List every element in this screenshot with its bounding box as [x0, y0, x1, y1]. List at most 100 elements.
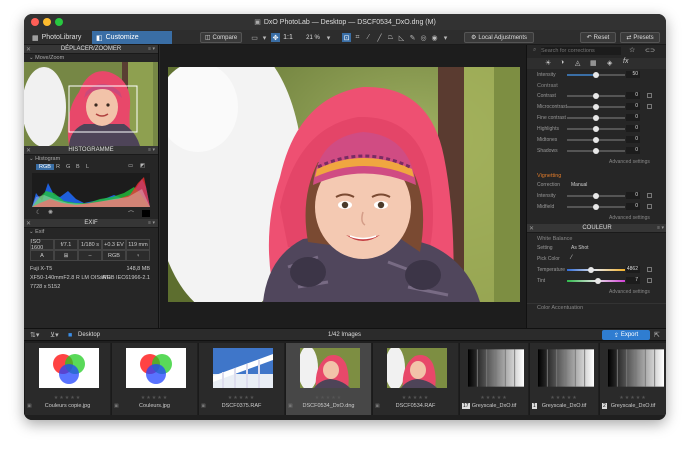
vignetting-correction-value[interactable]: Manual — [571, 182, 587, 188]
rating-stars[interactable]: ★★★★★ — [373, 395, 458, 401]
slider-value[interactable]: 7 — [626, 277, 640, 284]
eyedropper-icon[interactable]: ⁄ — [364, 33, 373, 42]
toggle-icon[interactable]: ⊂⊃ — [645, 47, 655, 54]
move-zoom-subtitle[interactable]: ⌄ Move/Zoom — [24, 54, 158, 62]
slider-knob[interactable] — [593, 93, 599, 99]
tab-photolibrary[interactable]: ▦ PhotoLibrary — [28, 31, 85, 44]
color-header[interactable]: ✕ COULEUR ≡ ▾ — [527, 224, 666, 233]
rating-stars[interactable]: ★★★★★ — [286, 395, 371, 401]
slider-knob[interactable] — [593, 126, 599, 132]
menu-icon[interactable]: ≡ ▾ — [148, 46, 155, 52]
compare-button[interactable]: ◫ Compare — [200, 32, 242, 43]
effects-palette-icon[interactable]: ◈ — [607, 59, 612, 67]
histogram-subtitle[interactable]: ⌄ Histogram — [24, 155, 158, 163]
slider-value[interactable]: 0 — [626, 192, 640, 199]
enable-checkbox[interactable] — [647, 278, 652, 283]
vignetting-intensity-row[interactable]: Intensity 0 — [527, 192, 666, 200]
minimize-window-button[interactable] — [43, 18, 51, 26]
rating-stars[interactable]: ★★★★★ — [530, 395, 598, 401]
channel-r[interactable]: R — [56, 164, 60, 170]
slider-knob[interactable] — [593, 104, 599, 110]
sort-icon[interactable]: ⇅▾ — [30, 331, 39, 339]
clip-color-swatch[interactable] — [142, 210, 150, 217]
shadows-slider-row[interactable]: Shadows 0 — [527, 147, 666, 155]
reset-button[interactable]: ↶ Reset — [580, 32, 616, 43]
vignetting-advanced-settings[interactable]: Advanced settings — [609, 215, 650, 221]
search-corrections-input[interactable] — [541, 47, 621, 55]
contrast-advanced-settings[interactable]: Advanced settings — [609, 159, 650, 165]
filmstrip-item[interactable]: ★★★★★ 2 Greyscale_DxO.tif — [599, 343, 666, 415]
channel-l[interactable]: L — [86, 164, 89, 170]
temperature-slider-row[interactable]: Temperature 4862 — [527, 266, 666, 274]
microcontrast-slider-row[interactable]: Microcontrast 0 — [527, 103, 666, 111]
maximize-window-button[interactable] — [55, 18, 63, 26]
slider-knob[interactable] — [593, 137, 599, 143]
zoom-percent[interactable]: 21 % — [303, 33, 323, 42]
pick-color-row[interactable]: Pick Color ⁄ — [527, 255, 666, 263]
slider-track[interactable] — [567, 269, 625, 271]
slider-value[interactable]: 0 — [626, 136, 640, 143]
current-folder[interactable]: Desktop — [78, 332, 100, 338]
zoom-ratio-button[interactable]: 1:1 — [282, 33, 294, 42]
filmstrip-item-selected[interactable]: ★★★★★ ▣ DSCF0534_DxO.dng — [285, 343, 371, 415]
fine-contrast-slider-row[interactable]: Fine contrast 0 — [527, 114, 666, 122]
filmstrip-item[interactable]: ★★★★★ 1 Greyscale_DxO.tif — [529, 343, 598, 415]
star-icon[interactable]: ☆ — [629, 46, 635, 54]
exif-subtitle[interactable]: ⌄ Exif — [24, 228, 158, 236]
slider-value[interactable]: 0 — [626, 147, 640, 154]
brush-icon[interactable]: ✎ — [408, 33, 417, 42]
presets-button[interactable]: ⇄ Presets — [620, 32, 660, 43]
midtones-slider-row[interactable]: Midtones 0 — [527, 136, 666, 144]
filmstrip-item[interactable]: ★★★★★ ▣ DSCF0375.RAF — [198, 343, 284, 415]
wb-setting-row[interactable]: Setting As Shot — [527, 244, 666, 252]
slider-knob[interactable] — [588, 267, 595, 273]
move-tool-icon[interactable]: ✥ — [271, 33, 280, 42]
close-icon[interactable]: ✕ — [26, 46, 31, 53]
red-eye-icon[interactable]: ◎ — [419, 33, 428, 42]
chevron-down-icon[interactable]: ▾ — [324, 33, 333, 42]
enable-checkbox[interactable] — [647, 193, 652, 198]
close-icon[interactable]: ✕ — [26, 220, 31, 227]
slider-value[interactable]: 0 — [626, 114, 640, 121]
close-window-button[interactable] — [31, 18, 39, 26]
slider-knob[interactable] — [593, 204, 599, 210]
perspective-icon[interactable]: ⏢ — [386, 33, 395, 42]
rating-stars[interactable]: ★★★★★ — [600, 395, 666, 401]
eye-icon[interactable]: ◉ — [430, 33, 439, 42]
intensity-knob[interactable] — [593, 72, 599, 78]
color-accentuation-section[interactable]: Color Accentuation — [527, 303, 666, 312]
enable-checkbox[interactable] — [647, 104, 652, 109]
fit-icon[interactable]: ▭ — [250, 33, 259, 42]
image-viewer[interactable] — [160, 45, 526, 328]
white-balance-section[interactable]: White Balance — [527, 234, 666, 243]
repair-tool-icon[interactable]: ⊡ — [342, 33, 351, 42]
rating-stars[interactable]: ★★★★★ — [112, 395, 197, 401]
histogram-header[interactable]: ✕ HISTOGRAMME ≡ ▾ — [24, 146, 158, 155]
color-palette-icon[interactable]: ◑ — [560, 59, 564, 66]
horizon-icon[interactable]: ╱ — [375, 33, 384, 42]
slider-value[interactable]: 0 — [626, 203, 640, 210]
vignetting-correction-row[interactable]: Correction Manual — [527, 181, 666, 189]
rating-stars[interactable]: ★★★★★ — [25, 395, 110, 401]
slider-value[interactable]: 0 — [626, 125, 640, 132]
volume-icon[interactable]: ◺ — [397, 33, 406, 42]
intensity-slider-row[interactable]: Intensity 50 — [527, 71, 666, 79]
navigator-preview[interactable] — [24, 62, 158, 146]
wb-setting-value[interactable]: As Shot — [571, 245, 589, 251]
fx-palette-icon[interactable]: fx — [623, 58, 628, 65]
highlight-clip-icon[interactable]: ✺ — [48, 209, 53, 216]
channel-b[interactable]: B — [76, 164, 80, 170]
color-advanced-settings[interactable]: Advanced settings — [609, 289, 650, 295]
close-icon[interactable]: ✕ — [26, 147, 31, 154]
geometry-palette-icon[interactable]: ▦ — [590, 59, 597, 67]
move-zoom-header[interactable]: ✕ DÉPLACER/ZOOMER ≡ ▾ — [24, 45, 158, 54]
slider-value[interactable]: 0 — [626, 92, 640, 99]
vignetting-midfield-row[interactable]: Midfield 0 — [527, 203, 666, 211]
menu-icon[interactable]: ≡ ▾ — [657, 225, 664, 231]
rating-stars[interactable]: ★★★★★ — [199, 395, 284, 401]
filmstrip-item[interactable]: ★★★★★ 17 Greyscale_DxO.tif — [459, 343, 528, 415]
close-icon[interactable]: ✕ — [529, 225, 534, 232]
light-palette-icon[interactable]: ☀ — [545, 59, 551, 67]
enable-checkbox[interactable] — [647, 204, 652, 209]
shadow-clip-icon[interactable]: ☾ — [36, 209, 41, 216]
